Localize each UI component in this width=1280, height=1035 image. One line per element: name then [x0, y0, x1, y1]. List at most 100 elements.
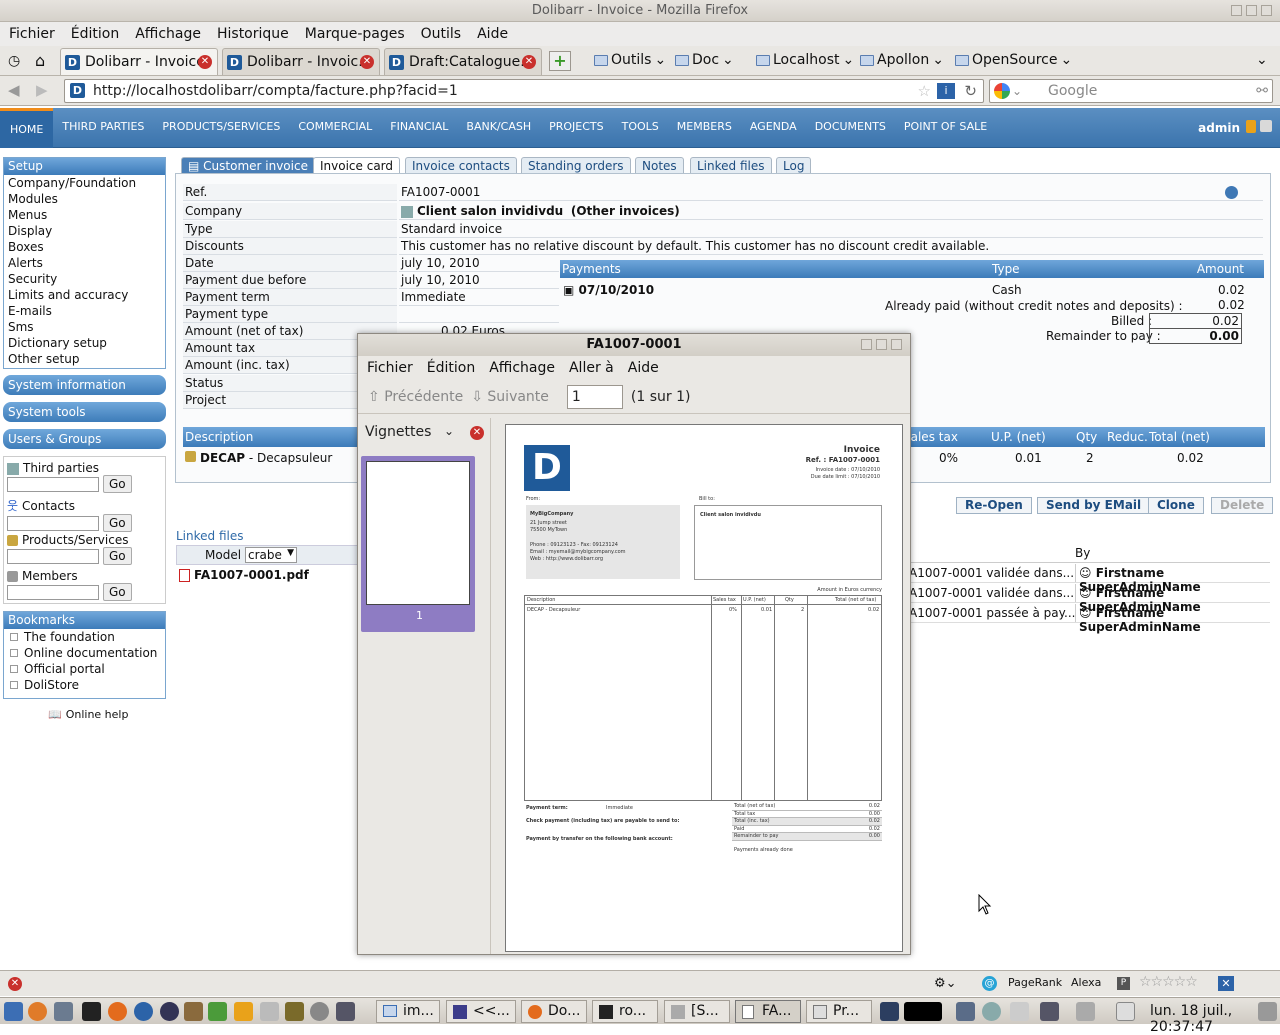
url-input[interactable]: D http://localhostdolibarr/compta/factur… — [64, 79, 984, 103]
taskbar-item[interactable]: Pr... — [806, 1000, 872, 1023]
event-text[interactable]: A1007-0001 validée dans... — [909, 566, 1074, 580]
system-tools-link[interactable]: System tools — [3, 402, 166, 422]
bookmark-online-doc[interactable]: Online documentation — [4, 645, 165, 661]
power-icon[interactable] — [1258, 1002, 1277, 1021]
battery-icon[interactable] — [1010, 1002, 1029, 1021]
nav-financial[interactable]: FINANCIAL — [381, 108, 457, 148]
search-input[interactable] — [7, 548, 99, 564]
setup-item-boxes[interactable]: Boxes — [4, 239, 165, 255]
menu-marque-pages[interactable]: Marque-pages — [305, 26, 405, 42]
volume-icon[interactable] — [1076, 1002, 1095, 1021]
model-select[interactable]: crabe ▼ — [245, 547, 297, 563]
minimize-button[interactable] — [861, 339, 872, 350]
app-icon[interactable] — [310, 1002, 329, 1021]
tray-icon[interactable] — [956, 1002, 975, 1021]
bookmark-folder-localhost[interactable]: Localhost ⌄ — [756, 52, 854, 68]
pdf-file-link[interactable]: FA1007-0001.pdf — [179, 568, 309, 582]
nav-commercial[interactable]: COMMERCIAL — [289, 108, 381, 148]
nav-documents[interactable]: DOCUMENTS — [806, 108, 895, 148]
setup-item-security[interactable]: Security — [4, 271, 165, 287]
setup-item-other[interactable]: Other setup — [4, 351, 165, 367]
nav-products-services[interactable]: PRODUCTS/SERVICES — [153, 108, 289, 148]
taskbar-item-active[interactable]: FA... — [735, 1000, 801, 1023]
p-icon[interactable]: P — [1117, 977, 1130, 990]
reopen-button[interactable]: Re-Open — [956, 497, 1032, 514]
network-icon[interactable] — [1040, 1002, 1059, 1021]
x-addon-icon[interactable]: ✕ — [1218, 976, 1234, 991]
nav-home[interactable]: HOME — [0, 107, 54, 148]
maximize-button[interactable] — [1246, 5, 1257, 16]
search-input[interactable] — [7, 476, 99, 492]
tab-notes[interactable]: Notes — [635, 157, 684, 174]
bookmark-folder-opensource[interactable]: OpenSource ⌄ — [955, 52, 1072, 68]
go-button[interactable]: Go — [103, 514, 132, 532]
nav-bank-cash[interactable]: BANK/CASH — [457, 108, 540, 148]
next-page-button[interactable]: ⇩ Suivante — [471, 389, 549, 405]
nav-members[interactable]: MEMBERS — [668, 108, 741, 148]
star-icon[interactable]: ☆ — [918, 80, 931, 102]
bookmark-official-portal[interactable]: Official portal — [4, 661, 165, 677]
menu-outils[interactable]: Outils — [421, 26, 461, 42]
close-window-button[interactable] — [1261, 5, 1272, 16]
viewer-menu-affichage[interactable]: Affichage — [489, 360, 555, 376]
setup-item-company[interactable]: Company/Foundation — [4, 175, 165, 191]
tab-customer-invoice[interactable]: ▤ Customer invoice — [181, 157, 315, 174]
editor-icon[interactable] — [260, 1002, 279, 1021]
app-icon[interactable] — [285, 1002, 304, 1021]
ubuntu-menu-icon[interactable] — [4, 1002, 23, 1021]
previous-page-button[interactable]: ⇧ Précédente — [368, 389, 463, 405]
close-sidebar-icon[interactable]: ✕ — [470, 426, 484, 440]
nav-point-of-sale[interactable]: POINT OF SALE — [895, 108, 996, 148]
viewer-menu-fichier[interactable]: Fichier — [367, 360, 413, 376]
menu-fichier[interactable]: Fichier — [9, 26, 55, 42]
nav-tools[interactable]: TOOLS — [613, 108, 668, 148]
firefox-icon[interactable] — [108, 1002, 127, 1021]
app-icon[interactable] — [234, 1002, 253, 1021]
stop-icon[interactable]: ✕ — [8, 977, 22, 991]
nav-third-parties[interactable]: THIRD PARTIES — [53, 108, 153, 148]
history-icon[interactable]: ◷ — [8, 53, 20, 69]
bookmark-folder-outils[interactable]: Outils ⌄ — [594, 52, 666, 68]
maximize-button[interactable] — [876, 339, 887, 350]
company-link[interactable]: Client salon invidivdu — [417, 204, 563, 218]
go-button[interactable]: Go — [103, 475, 132, 493]
chevron-down-icon[interactable]: ⌄ — [1012, 80, 1022, 102]
app-icon[interactable] — [208, 1002, 227, 1021]
event-text[interactable]: A1007-0001 passée à pay... — [909, 606, 1075, 620]
tab-invoice-contacts[interactable]: Invoice contacts — [405, 157, 517, 174]
online-help-link[interactable]: 📖 Online help — [48, 708, 128, 721]
search-input[interactable]: ⌄ Google ⚯ — [989, 79, 1273, 103]
reload-icon[interactable]: ↻ — [964, 80, 977, 102]
list-tabs-icon[interactable]: ⌄ — [1256, 52, 1268, 68]
tab-log[interactable]: Log — [776, 157, 812, 174]
taskbar-item[interactable]: im... — [376, 1000, 440, 1023]
menu-affichage[interactable]: Affichage — [135, 26, 201, 42]
search-input[interactable] — [7, 584, 99, 600]
taskbar-item[interactable]: ro... — [592, 1000, 658, 1023]
taskbar-item[interactable]: [S... — [664, 1000, 730, 1023]
nav-agenda[interactable]: AGENDA — [741, 108, 806, 148]
viewer-menu-aller[interactable]: Aller à — [569, 360, 614, 376]
system-information-link[interactable]: System information — [3, 375, 166, 395]
setup-item-display[interactable]: Display — [4, 223, 165, 239]
payment-date[interactable]: ▣ 07/10/2010 — [563, 283, 654, 297]
app-launcher-icon[interactable] — [28, 1002, 47, 1021]
page-thumbnail[interactable]: 1 — [361, 456, 475, 632]
pagerank-label[interactable]: PageRank — [1008, 976, 1062, 989]
close-window-button[interactable] — [891, 339, 902, 350]
page-input[interactable]: 1 — [566, 384, 623, 409]
nav-projects[interactable]: PROJECTS — [540, 108, 613, 148]
new-tab-button[interactable]: + — [549, 51, 571, 71]
app-icon[interactable] — [184, 1002, 203, 1021]
setup-item-dictionary[interactable]: Dictionary setup — [4, 335, 165, 351]
bookmark-foundation[interactable]: The foundation — [4, 629, 165, 645]
at-icon[interactable]: @ — [982, 976, 997, 991]
lock-icon[interactable] — [1246, 120, 1256, 133]
forward-icon[interactable]: ▶ — [36, 81, 48, 99]
back-to-list-icon[interactable] — [1225, 186, 1238, 199]
tray-icon[interactable] — [982, 1002, 1001, 1021]
menu-historique[interactable]: Historique — [217, 26, 289, 42]
line-product[interactable]: DECAP - Decapsuleur — [185, 451, 332, 465]
sidebar-mode-label[interactable]: Vignettes — [365, 424, 431, 440]
print-icon[interactable] — [1260, 120, 1272, 132]
